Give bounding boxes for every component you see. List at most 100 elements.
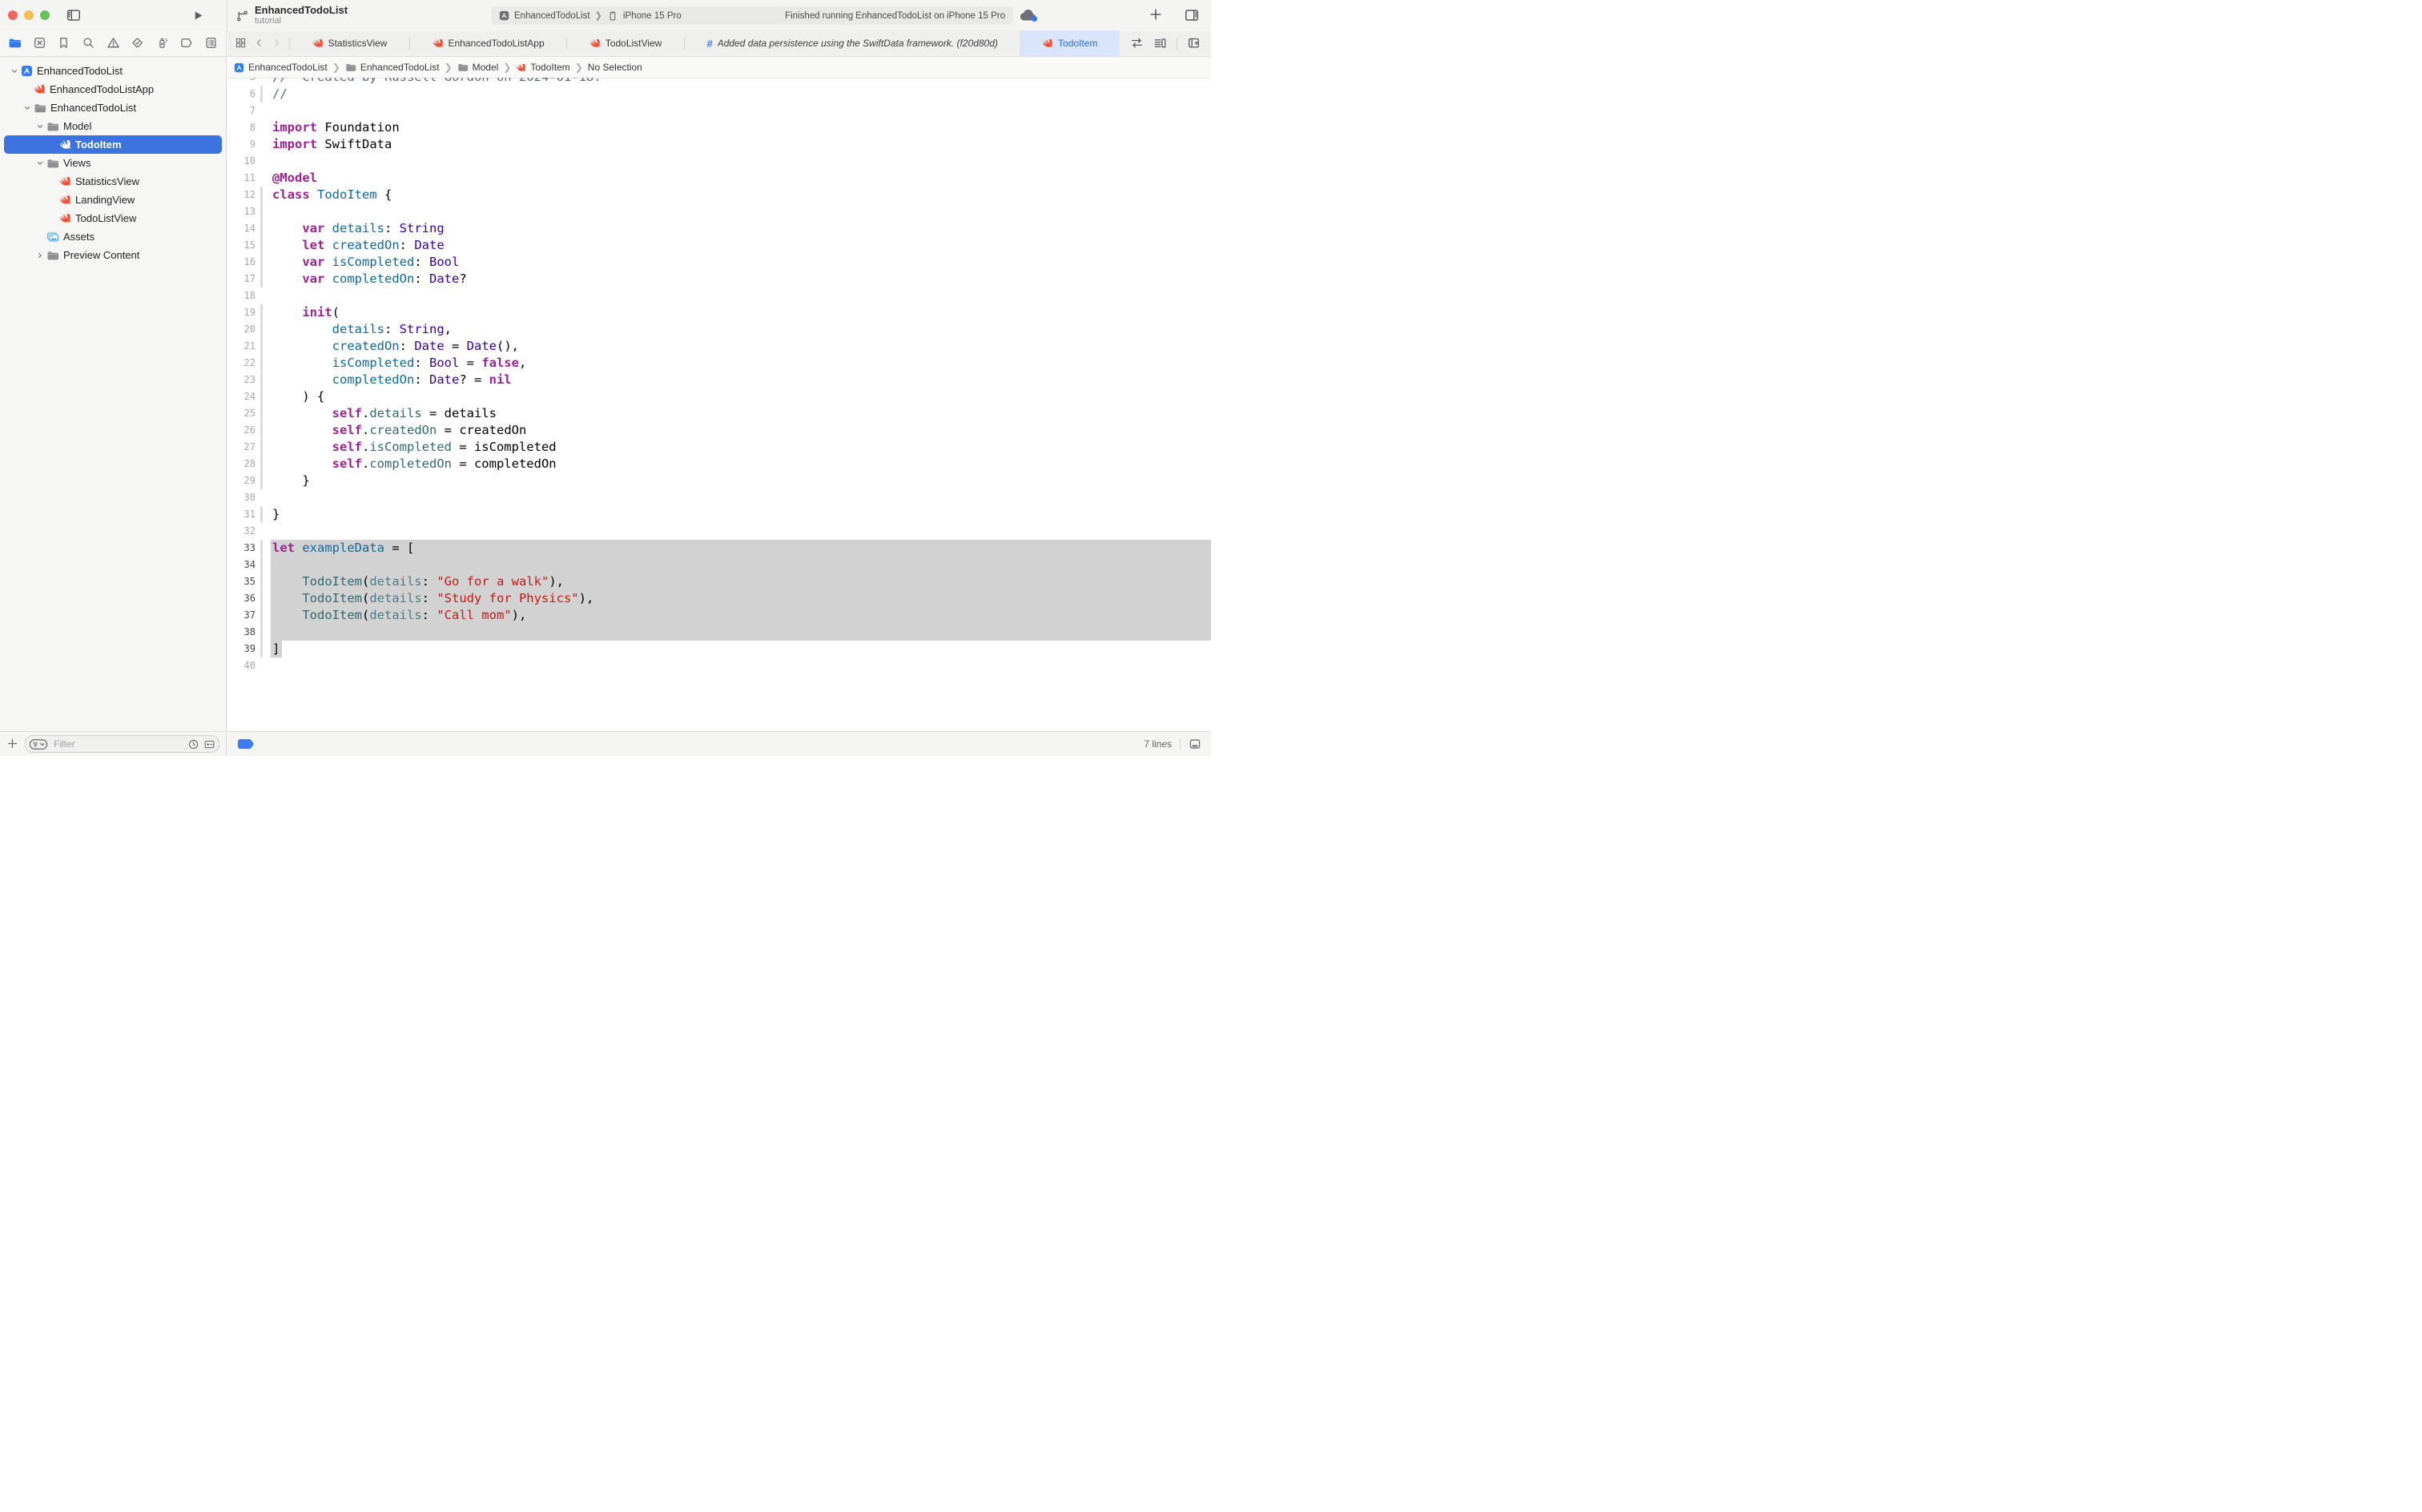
adjust-editor-icon[interactable] (1153, 36, 1167, 50)
activity-status-bar[interactable]: EnhancedTodoList ❯ iPhone 15 Pro Finishe… (491, 6, 1013, 25)
minimize-button[interactable] (24, 10, 34, 20)
breadcrumb-item-enhancedtodolist[interactable]: EnhancedTodoList (234, 62, 328, 73)
code-line-40[interactable]: 40 (227, 657, 1211, 674)
code-line-12[interactable]: 12class TodoItem { (227, 187, 1211, 203)
run-button[interactable] (192, 9, 204, 23)
code-line-31[interactable]: 31} (227, 506, 1211, 523)
filter-input[interactable] (52, 738, 183, 750)
code-line-32[interactable]: 32 (227, 523, 1211, 540)
disclosure-right-icon[interactable] (34, 251, 46, 260)
disclosure-down-icon[interactable] (34, 159, 46, 168)
code-line-26[interactable]: 26 self.createdOn = createdOn (227, 422, 1211, 439)
breadcrumb-item-model[interactable]: Model (457, 62, 499, 73)
debug-area-toggle-icon[interactable] (1189, 738, 1201, 750)
code-line-28[interactable]: 28 self.completedOn = completedOn (227, 456, 1211, 472)
recent-files-icon[interactable] (187, 738, 199, 750)
code-line-37[interactable]: 37 TodoItem(details: "Call mom"), (227, 607, 1211, 624)
code-line-18[interactable]: 18 (227, 288, 1211, 304)
test-navigator-icon[interactable] (131, 36, 144, 50)
breadcrumb-item-todoitem[interactable]: TodoItem (516, 62, 569, 73)
related-items-icon[interactable] (235, 36, 247, 50)
toggle-navigator-icon[interactable] (66, 7, 82, 23)
code-line-34[interactable]: 34 (227, 557, 1211, 573)
code-line-15[interactable]: 15 let createdOn: Date (227, 237, 1211, 254)
new-tab-button[interactable] (1149, 7, 1163, 23)
sidebar-item-landingview[interactable]: LandingView (4, 191, 222, 209)
disclosure-down-icon[interactable] (8, 66, 21, 76)
code-line-30[interactable]: 30 (227, 489, 1211, 506)
code-line-11[interactable]: 11@Model (227, 170, 1211, 187)
folder-active-navigator-icon[interactable] (8, 36, 22, 50)
run-destination[interactable]: EnhancedTodoList ❯ iPhone 15 Pro (499, 10, 682, 22)
close-button[interactable] (8, 10, 18, 20)
tab-todoitem[interactable]: TodoItem (1020, 30, 1120, 56)
code-line-35[interactable]: 35 TodoItem(details: "Go for a walk"), (227, 573, 1211, 590)
source-control-filter-icon[interactable] (203, 738, 215, 750)
disclosure-down-icon[interactable] (34, 122, 46, 131)
code-line-23[interactable]: 23 completedOn: Date? = nil (227, 372, 1211, 388)
sidebar-item-model[interactable]: Model (4, 117, 222, 135)
code-line-9[interactable]: 9import SwiftData (227, 136, 1211, 153)
sidebar-item-enhancedtodolist[interactable]: EnhancedTodoList (4, 99, 222, 117)
swap-editor-icon[interactable] (1130, 36, 1144, 50)
code-line-27[interactable]: 27 self.isCompleted = isCompleted (227, 439, 1211, 456)
tab-todolistview[interactable]: TodoListView (567, 30, 684, 56)
code-line-19[interactable]: 19 init( (227, 304, 1211, 321)
sidebar-item-preview-content[interactable]: Preview Content (4, 246, 222, 264)
tab-commit[interactable]: #Added data persistence using the SwiftD… (685, 30, 1020, 56)
sidebar-item-assets[interactable]: Assets (4, 227, 222, 246)
code-line-36[interactable]: 36 TodoItem(details: "Study for Physics"… (227, 590, 1211, 607)
sidebar-item-todolistview[interactable]: TodoListView (4, 209, 222, 227)
project-header[interactable]: EnhancedTodoList tutorial (235, 4, 348, 26)
sidebar-item-enhancedtodolist[interactable]: EnhancedTodoList (4, 62, 222, 80)
breadcrumb-item-no-selection[interactable]: No Selection (588, 62, 642, 73)
code-line-7[interactable]: 7 (227, 103, 1211, 119)
code-line-10[interactable]: 10 (227, 153, 1211, 170)
code-text: init( (272, 304, 340, 321)
code-line-20[interactable]: 20 details: String, (227, 321, 1211, 338)
sidebar-item-todoitem[interactable]: TodoItem (4, 135, 222, 154)
sidebar-item-statisticsview[interactable]: StatisticsView (4, 172, 222, 191)
code-line-38[interactable]: 38 (227, 624, 1211, 641)
disclosure-down-icon[interactable] (21, 103, 34, 113)
cloud-sync-icon[interactable] (1019, 8, 1038, 22)
debug-navigator-icon[interactable] (155, 36, 169, 50)
code-line-22[interactable]: 22 isCompleted: Bool = false, (227, 355, 1211, 372)
code-line-14[interactable]: 14 var details: String (227, 220, 1211, 237)
line-number: 27 (227, 439, 255, 456)
code-line-25[interactable]: 25 self.details = details (227, 405, 1211, 422)
add-file-button[interactable] (6, 737, 18, 751)
report-navigator-icon[interactable] (204, 36, 218, 50)
code-line-29[interactable]: 29 } (227, 472, 1211, 489)
code-line-16[interactable]: 16 var isCompleted: Bool (227, 254, 1211, 271)
source-control-navigator-icon[interactable] (33, 36, 46, 50)
code-line-21[interactable]: 21 createdOn: Date = Date(), (227, 338, 1211, 355)
filter-icon[interactable] (29, 738, 48, 751)
bookmark-navigator-icon[interactable] (57, 36, 70, 50)
code-line-5[interactable]: 5// Created by Russell Gordon on 2024-01… (227, 78, 1211, 86)
code-line-13[interactable]: 13 (227, 203, 1211, 220)
code-line-39[interactable]: 39] (227, 641, 1211, 657)
add-editor-icon[interactable] (1187, 36, 1201, 50)
change-bar (260, 624, 263, 641)
search-navigator-icon[interactable] (82, 36, 95, 50)
sidebar-item-enhancedtodolistapp[interactable]: EnhancedTodoListApp (4, 80, 222, 99)
back-button[interactable] (254, 36, 264, 50)
source-editor[interactable]: 5// Created by Russell Gordon on 2024-01… (227, 78, 1211, 732)
breadcrumb-item-enhancedtodolist[interactable]: EnhancedTodoList (345, 62, 440, 73)
filter-field[interactable] (25, 735, 219, 753)
tab-statisticsview[interactable]: StatisticsView (290, 30, 409, 56)
forward-button[interactable] (272, 36, 282, 50)
sidebar-item-views[interactable]: Views (4, 154, 222, 172)
code-line-8[interactable]: 8import Foundation (227, 119, 1211, 136)
warning-navigator-icon[interactable] (107, 36, 120, 50)
code-line-17[interactable]: 17 var completedOn: Date? (227, 271, 1211, 288)
toggle-inspector-icon[interactable] (1184, 7, 1200, 23)
code-line-33[interactable]: 33let exampleData = [ (227, 540, 1211, 557)
tab-enhancedtodolistapp[interactable]: EnhancedTodoListApp (410, 30, 566, 56)
breakpoints-toggle-icon[interactable] (237, 738, 255, 750)
code-line-24[interactable]: 24 ) { (227, 388, 1211, 405)
breakpoint-navigator-icon[interactable] (179, 36, 193, 50)
code-line-6[interactable]: 6// (227, 86, 1211, 103)
zoom-button[interactable] (40, 10, 50, 20)
